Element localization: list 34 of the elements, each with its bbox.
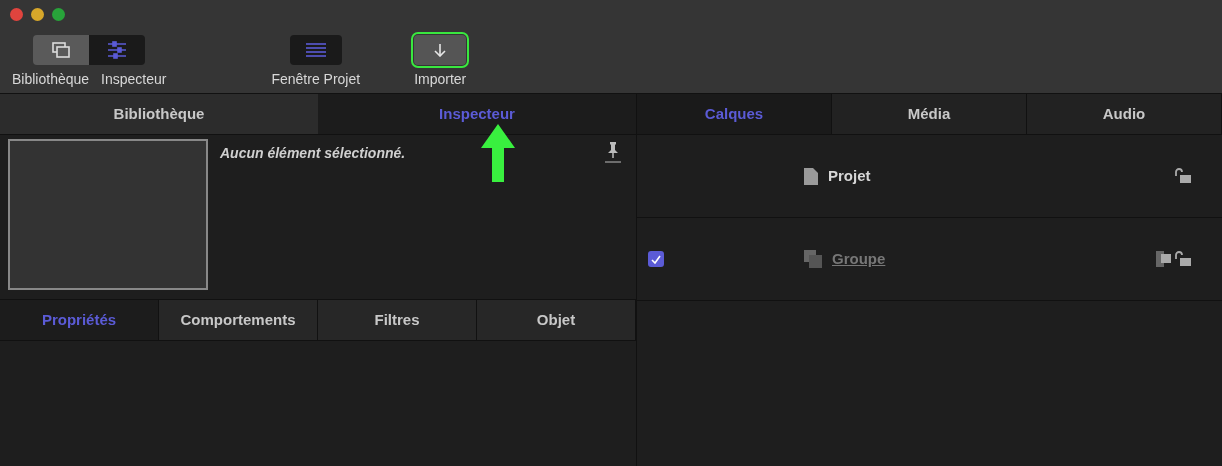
layer-row[interactable]: Groupe: [637, 218, 1222, 301]
inspector-tab[interactable]: Objet: [477, 300, 636, 340]
layers-icon[interactable]: [1156, 251, 1172, 267]
panel-tab[interactable]: Média: [832, 94, 1027, 134]
view-toggle-button[interactable]: [33, 35, 90, 65]
inspector-tab[interactable]: Filtres: [318, 300, 477, 340]
layer-row[interactable]: Projet: [637, 135, 1222, 218]
toolbar-button[interactable]: [289, 35, 342, 65]
annotation-arrow: [481, 124, 515, 182]
toolbar-label: Inspecteur: [101, 70, 167, 89]
unlock-icon[interactable]: [1174, 251, 1192, 267]
group-icon: [804, 250, 822, 268]
inspector-tab[interactable]: Comportements: [159, 300, 318, 340]
pin-icon[interactable]: [604, 141, 622, 163]
layer-name: Groupe: [832, 248, 886, 269]
toolbar-label: Importer: [414, 70, 467, 89]
toolbar-label: Fenêtre Projet: [271, 70, 361, 89]
sliders-icon: [107, 41, 128, 59]
list-icon: [305, 43, 326, 57]
toolbar-label: Bibliothèque: [12, 70, 90, 89]
toolbar-button[interactable]: [414, 35, 467, 65]
close-window-button[interactable]: [10, 8, 23, 21]
library-icon: [51, 41, 72, 59]
view-toggle-button[interactable]: [89, 35, 146, 65]
arrow-down-icon: [434, 43, 447, 57]
selection-message: Aucun élément sélectionné.: [220, 144, 406, 163]
panel-tab[interactable]: Audio: [1027, 94, 1222, 134]
unlock-icon[interactable]: [1174, 168, 1192, 184]
minimize-window-button[interactable]: [31, 8, 44, 21]
layer-name: Projet: [828, 165, 871, 186]
document-icon: [804, 167, 818, 185]
zoom-window-button[interactable]: [52, 8, 65, 21]
layer-checkbox[interactable]: [648, 251, 664, 267]
panel-tab[interactable]: Bibliothèque: [0, 94, 318, 134]
